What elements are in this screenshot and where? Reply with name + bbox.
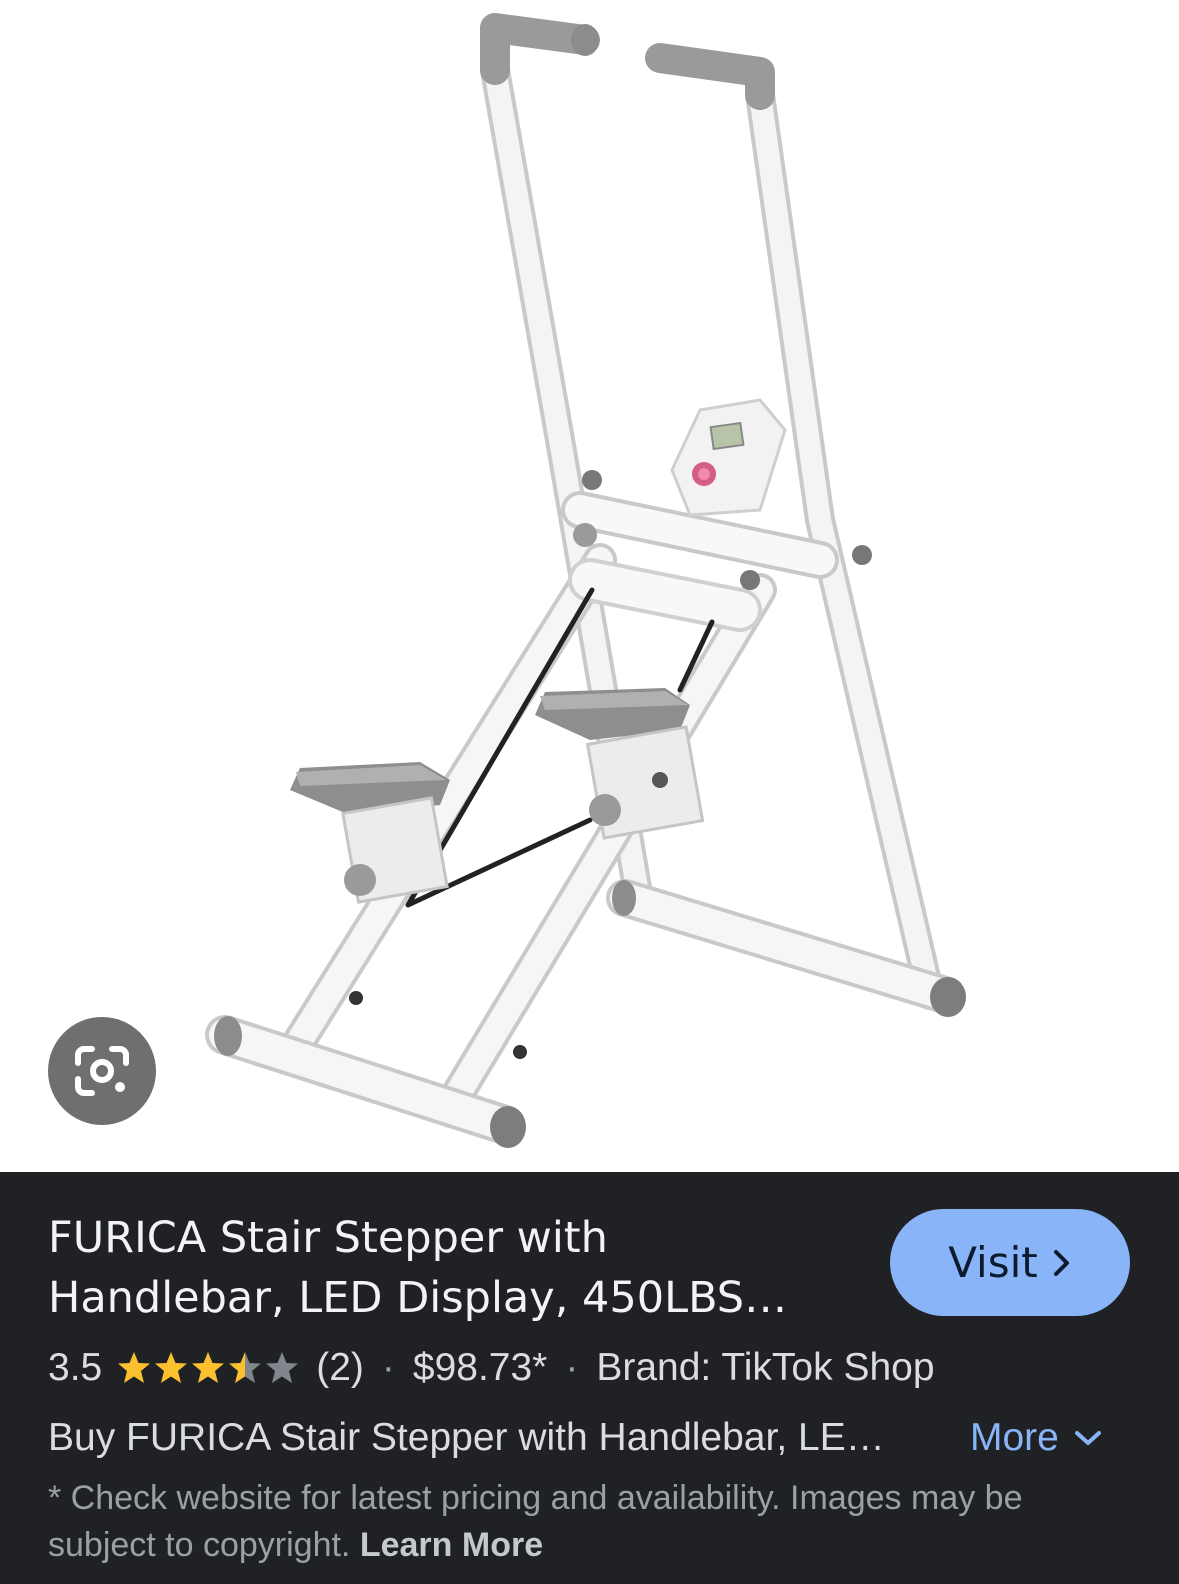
rating-value: 3.5 xyxy=(48,1346,103,1389)
description-row: Buy FURICA Stair Stepper with Handlebar,… xyxy=(48,1408,1148,1468)
product-meta-row: 3.5 (2) · $98.73* · Brand: TikTok Shop xyxy=(48,1340,1148,1396)
product-image xyxy=(205,13,966,1148)
google-lens-icon xyxy=(75,1046,129,1096)
learn-more-link[interactable]: Learn More xyxy=(360,1526,543,1564)
separator-dot: · xyxy=(565,1346,579,1389)
visit-label: Visit xyxy=(948,1238,1038,1287)
more-label: More xyxy=(970,1416,1059,1459)
separator-dot: · xyxy=(381,1346,395,1389)
star-rating-icon xyxy=(118,1352,299,1383)
brand: Brand: TikTok Shop xyxy=(596,1346,935,1389)
visit-button[interactable]: Visit xyxy=(890,1209,1130,1316)
more-button[interactable]: More xyxy=(970,1416,1103,1460)
chevron-right-icon xyxy=(1053,1249,1069,1276)
product-image-area[interactable] xyxy=(0,0,1179,1172)
disclaimer: * Check website for latest pricing and a… xyxy=(48,1475,1138,1569)
product-description: Buy FURICA Stair Stepper with Handlebar,… xyxy=(48,1416,885,1459)
product-title[interactable]: FURICA Stair Stepper with Handlebar, LED… xyxy=(48,1208,848,1328)
rating-stars xyxy=(116,1350,306,1386)
google-lens-button[interactable] xyxy=(48,1017,156,1125)
review-count[interactable]: (2) xyxy=(316,1346,364,1390)
price: $98.73* xyxy=(412,1346,548,1389)
result-info-panel: FURICA Stair Stepper with Handlebar, LED… xyxy=(0,1172,1179,1584)
chevron-down-icon xyxy=(1074,1431,1101,1445)
